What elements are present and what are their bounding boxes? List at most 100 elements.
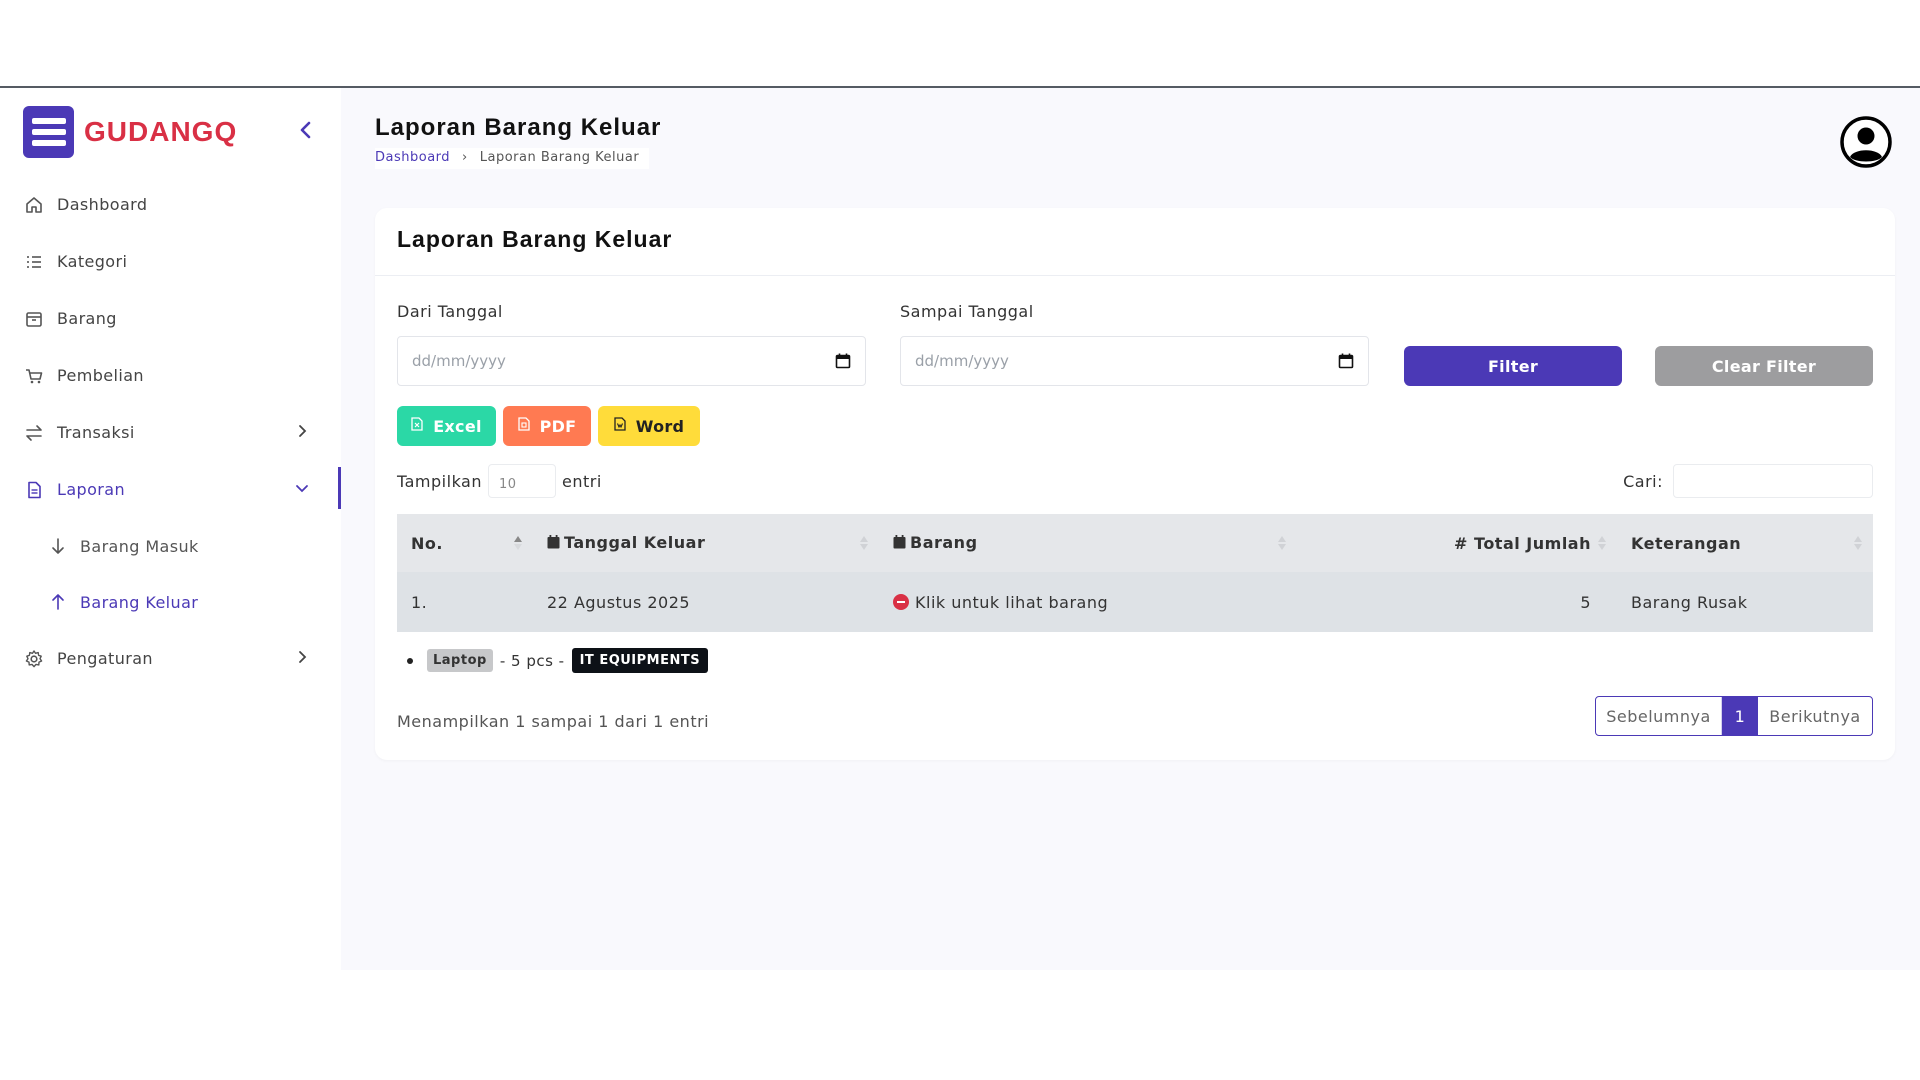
sort-icon [859, 534, 869, 552]
chevron-right-icon [293, 422, 311, 440]
header-label: Keterangan [1631, 533, 1742, 553]
main-content: Laporan Barang Keluar Dashboard › Lapora… [341, 88, 1920, 970]
sidebar-item-barang[interactable]: Barang [0, 290, 341, 347]
sidebar-item-kategori[interactable]: Kategori [0, 233, 341, 290]
to-date-input[interactable]: dd/mm/yyyy [900, 336, 1369, 386]
clear-filter-button[interactable]: Clear Filter [1655, 346, 1873, 386]
column-header-no[interactable]: No. [397, 514, 533, 572]
to-date-placeholder: dd/mm/yyyy [915, 352, 1009, 370]
from-date-placeholder: dd/mm/yyyy [412, 352, 506, 370]
cell-barang[interactable]: Klik untuk lihat barang [879, 572, 1297, 632]
column-header-tanggal[interactable]: Tanggal Keluar [533, 514, 879, 572]
pagination-next-button[interactable]: Berikutnya [1758, 697, 1872, 735]
length-prefix: Tampilkan [397, 471, 482, 491]
header-label: Tanggal Keluar [564, 533, 706, 552]
category-badge: IT EQUIPMENTS [571, 648, 709, 673]
report-table: No. Tanggal Keluar Barang # Total Jumlah [397, 514, 1873, 632]
export-word-button[interactable]: Word [598, 406, 700, 446]
sidebar-subitem-label: Barang Keluar [80, 592, 199, 612]
sort-icon [1277, 534, 1287, 552]
export-excel-label: Excel [433, 416, 482, 436]
list-icon [24, 252, 44, 272]
to-date-label: Sampai Tanggal [900, 302, 1034, 321]
user-avatar-icon[interactable] [1839, 115, 1893, 169]
table-row[interactable]: 1. 22 Agustus 2025 Klik untuk lihat bara… [397, 572, 1873, 632]
calendar-icon [547, 534, 560, 553]
pagination-page-1[interactable]: 1 [1722, 697, 1758, 735]
arrow-down-icon [48, 536, 68, 556]
from-date-label: Dari Tanggal [397, 302, 503, 321]
sidebar-item-dashboard[interactable]: Dashboard [0, 176, 341, 233]
page-title: Laporan Barang Keluar [375, 114, 662, 141]
length-select[interactable]: 10 [488, 464, 556, 498]
sidebar-item-laporan[interactable]: Laporan [0, 461, 341, 518]
sidebar-item-label: Pengaturan [57, 649, 153, 668]
sidebar-item-pengaturan[interactable]: Pengaturan [0, 630, 341, 687]
sort-asc-icon [513, 534, 523, 552]
box-icon [893, 534, 906, 553]
bullet-icon [407, 657, 413, 664]
breadcrumb: Dashboard › Laporan Barang Keluar [375, 148, 650, 169]
sidebar-item-pembelian[interactable]: Pembelian [0, 347, 341, 404]
pagination-prev-button[interactable]: Sebelumnya [1596, 697, 1722, 735]
export-word-label: Word [635, 416, 685, 436]
chevron-down-icon [293, 479, 311, 497]
item-detail-list-item: Laptop - 5 pcs - IT EQUIPMENTS [407, 648, 709, 673]
sidebar-item-label: Kategori [57, 252, 128, 271]
gear-icon [24, 649, 44, 669]
report-icon [24, 480, 44, 500]
chevron-left-icon[interactable] [294, 118, 318, 142]
sidebar-subitem-barang-masuk[interactable]: Barang Masuk [0, 518, 341, 574]
card-header: Laporan Barang Keluar [375, 208, 1895, 276]
column-header-keterangan[interactable]: Keterangan [1617, 514, 1873, 572]
sidebar-item-label: Pembelian [57, 366, 144, 385]
arrow-up-icon [48, 592, 68, 612]
table-header-row: No. Tanggal Keluar Barang # Total Jumlah [397, 514, 1873, 572]
sidebar-subitem-label: Barang Masuk [80, 536, 199, 556]
from-date-input[interactable]: dd/mm/yyyy [397, 336, 866, 386]
header-label: No. [411, 533, 443, 553]
pagination: Sebelumnya 1 Berikutnya [1595, 696, 1873, 736]
cell-keterangan: Barang Rusak [1631, 592, 1748, 612]
table-search: Cari: [1623, 464, 1873, 498]
export-pdf-button[interactable]: PDF [503, 406, 591, 446]
card-title: Laporan Barang Keluar [397, 226, 673, 252]
table-info: Menampilkan 1 sampai 1 dari 1 entri [397, 712, 710, 731]
file-excel-icon [411, 417, 423, 435]
calendar-icon[interactable] [835, 353, 851, 369]
box-icon [24, 309, 44, 329]
column-header-total[interactable]: # Total Jumlah [1297, 514, 1617, 572]
export-excel-button[interactable]: Excel [397, 406, 496, 446]
sidebar: GUDANGQ Dashboard Kategori Barang Pembel… [0, 88, 341, 970]
cell-total: 5 [1580, 592, 1591, 612]
collapse-minus-icon[interactable] [893, 593, 909, 610]
transfer-icon [24, 423, 44, 443]
sidebar-subitem-barang-keluar[interactable]: Barang Keluar [0, 574, 341, 630]
header-label: Barang [910, 533, 978, 552]
filter-button[interactable]: Filter [1404, 346, 1622, 386]
calendar-icon[interactable] [1338, 353, 1354, 369]
file-pdf-icon [517, 417, 530, 435]
item-quantity: - 5 pcs - [499, 651, 565, 670]
cell-tanggal: 22 Agustus 2025 [547, 592, 691, 612]
export-pdf-label: PDF [539, 416, 577, 436]
sidebar-item-transaksi[interactable]: Transaksi [0, 404, 341, 461]
chevron-right-icon [293, 648, 311, 666]
sidebar-item-label: Dashboard [57, 195, 148, 214]
column-header-barang[interactable]: Barang [879, 514, 1297, 572]
sidebar-item-label: Barang [57, 309, 117, 328]
search-label: Cari: [1623, 471, 1663, 491]
file-word-icon [614, 417, 626, 435]
brand-name: GUDANGQ [84, 116, 238, 147]
brand[interactable]: GUDANGQ [23, 106, 237, 158]
sidebar-item-label: Laporan [57, 480, 125, 499]
length-suffix: entri [562, 471, 602, 491]
show-items-link[interactable]: Klik untuk lihat barang [915, 593, 1108, 612]
menu-logo-icon [23, 106, 74, 158]
sidebar-item-label: Transaksi [57, 423, 135, 442]
sort-icon [1853, 534, 1863, 552]
search-input[interactable] [1673, 464, 1873, 498]
breadcrumb-home-link[interactable]: Dashboard [375, 150, 450, 165]
breadcrumb-separator-icon: › [462, 150, 468, 165]
report-card: Laporan Barang Keluar Dari Tanggal dd/mm… [375, 208, 1895, 760]
